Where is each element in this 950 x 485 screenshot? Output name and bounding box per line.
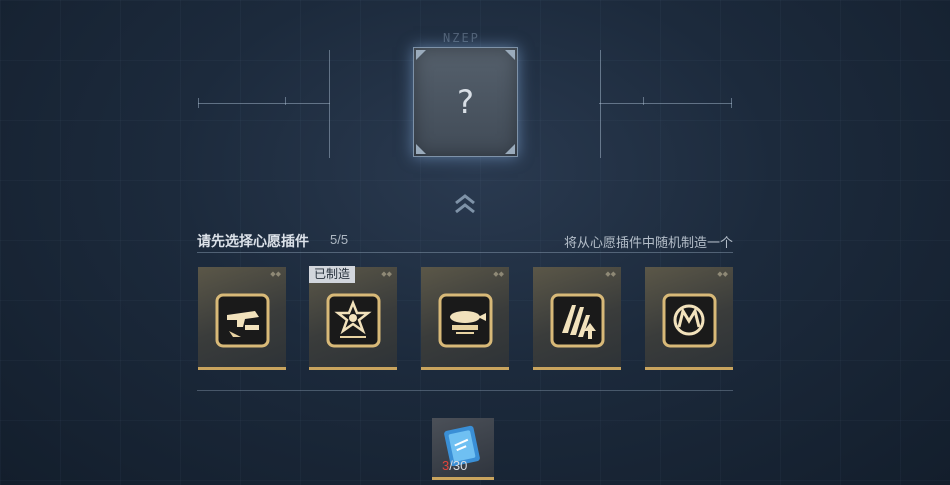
gun-plugin-icon [215, 293, 270, 348]
corner-tr [505, 50, 515, 60]
plugin-card-3[interactable]: ◆◆ [421, 267, 509, 370]
plugin-card-4[interactable]: ◆◆ [533, 267, 621, 370]
section-title: 请先选择心愿插件 [197, 233, 309, 249]
corner-mark: ◆◆ [493, 271, 504, 278]
corner-tl [416, 50, 426, 60]
brand-mark: NZEP [443, 31, 480, 45]
question-mark-icon: ? [457, 83, 474, 121]
mystery-result-slot[interactable]: ? [413, 47, 518, 157]
double-chevron-up-icon [455, 194, 475, 214]
corner-br [505, 144, 515, 154]
star-plugin-icon [326, 293, 381, 348]
corner-mark: ◆◆ [717, 271, 728, 278]
made-badge: 已制造 [309, 266, 356, 283]
mw-plugin-icon [662, 293, 717, 348]
random-hint: 将从心愿插件中随机制造一个 [563, 235, 733, 250]
plugin-header: 请先选择心愿插件 5/5 将从心愿插件中随机制造一个 [197, 231, 733, 253]
selection-count: 5/5 [330, 232, 349, 247]
corner-bl [416, 144, 426, 154]
plugin-card-1[interactable]: ◆◆ [198, 267, 286, 370]
section-divider [197, 390, 733, 391]
material-slot[interactable]: 3/30 [432, 418, 494, 480]
corner-mark: ◆◆ [270, 271, 281, 278]
claw-plugin-icon [550, 293, 605, 348]
corner-mark: ◆◆ [381, 271, 392, 278]
corner-mark: ◆◆ [605, 271, 616, 278]
rocket-plugin-icon [438, 293, 493, 348]
plugin-card-5[interactable]: ◆◆ [645, 267, 733, 370]
material-quantity: 3/30 [442, 458, 468, 473]
